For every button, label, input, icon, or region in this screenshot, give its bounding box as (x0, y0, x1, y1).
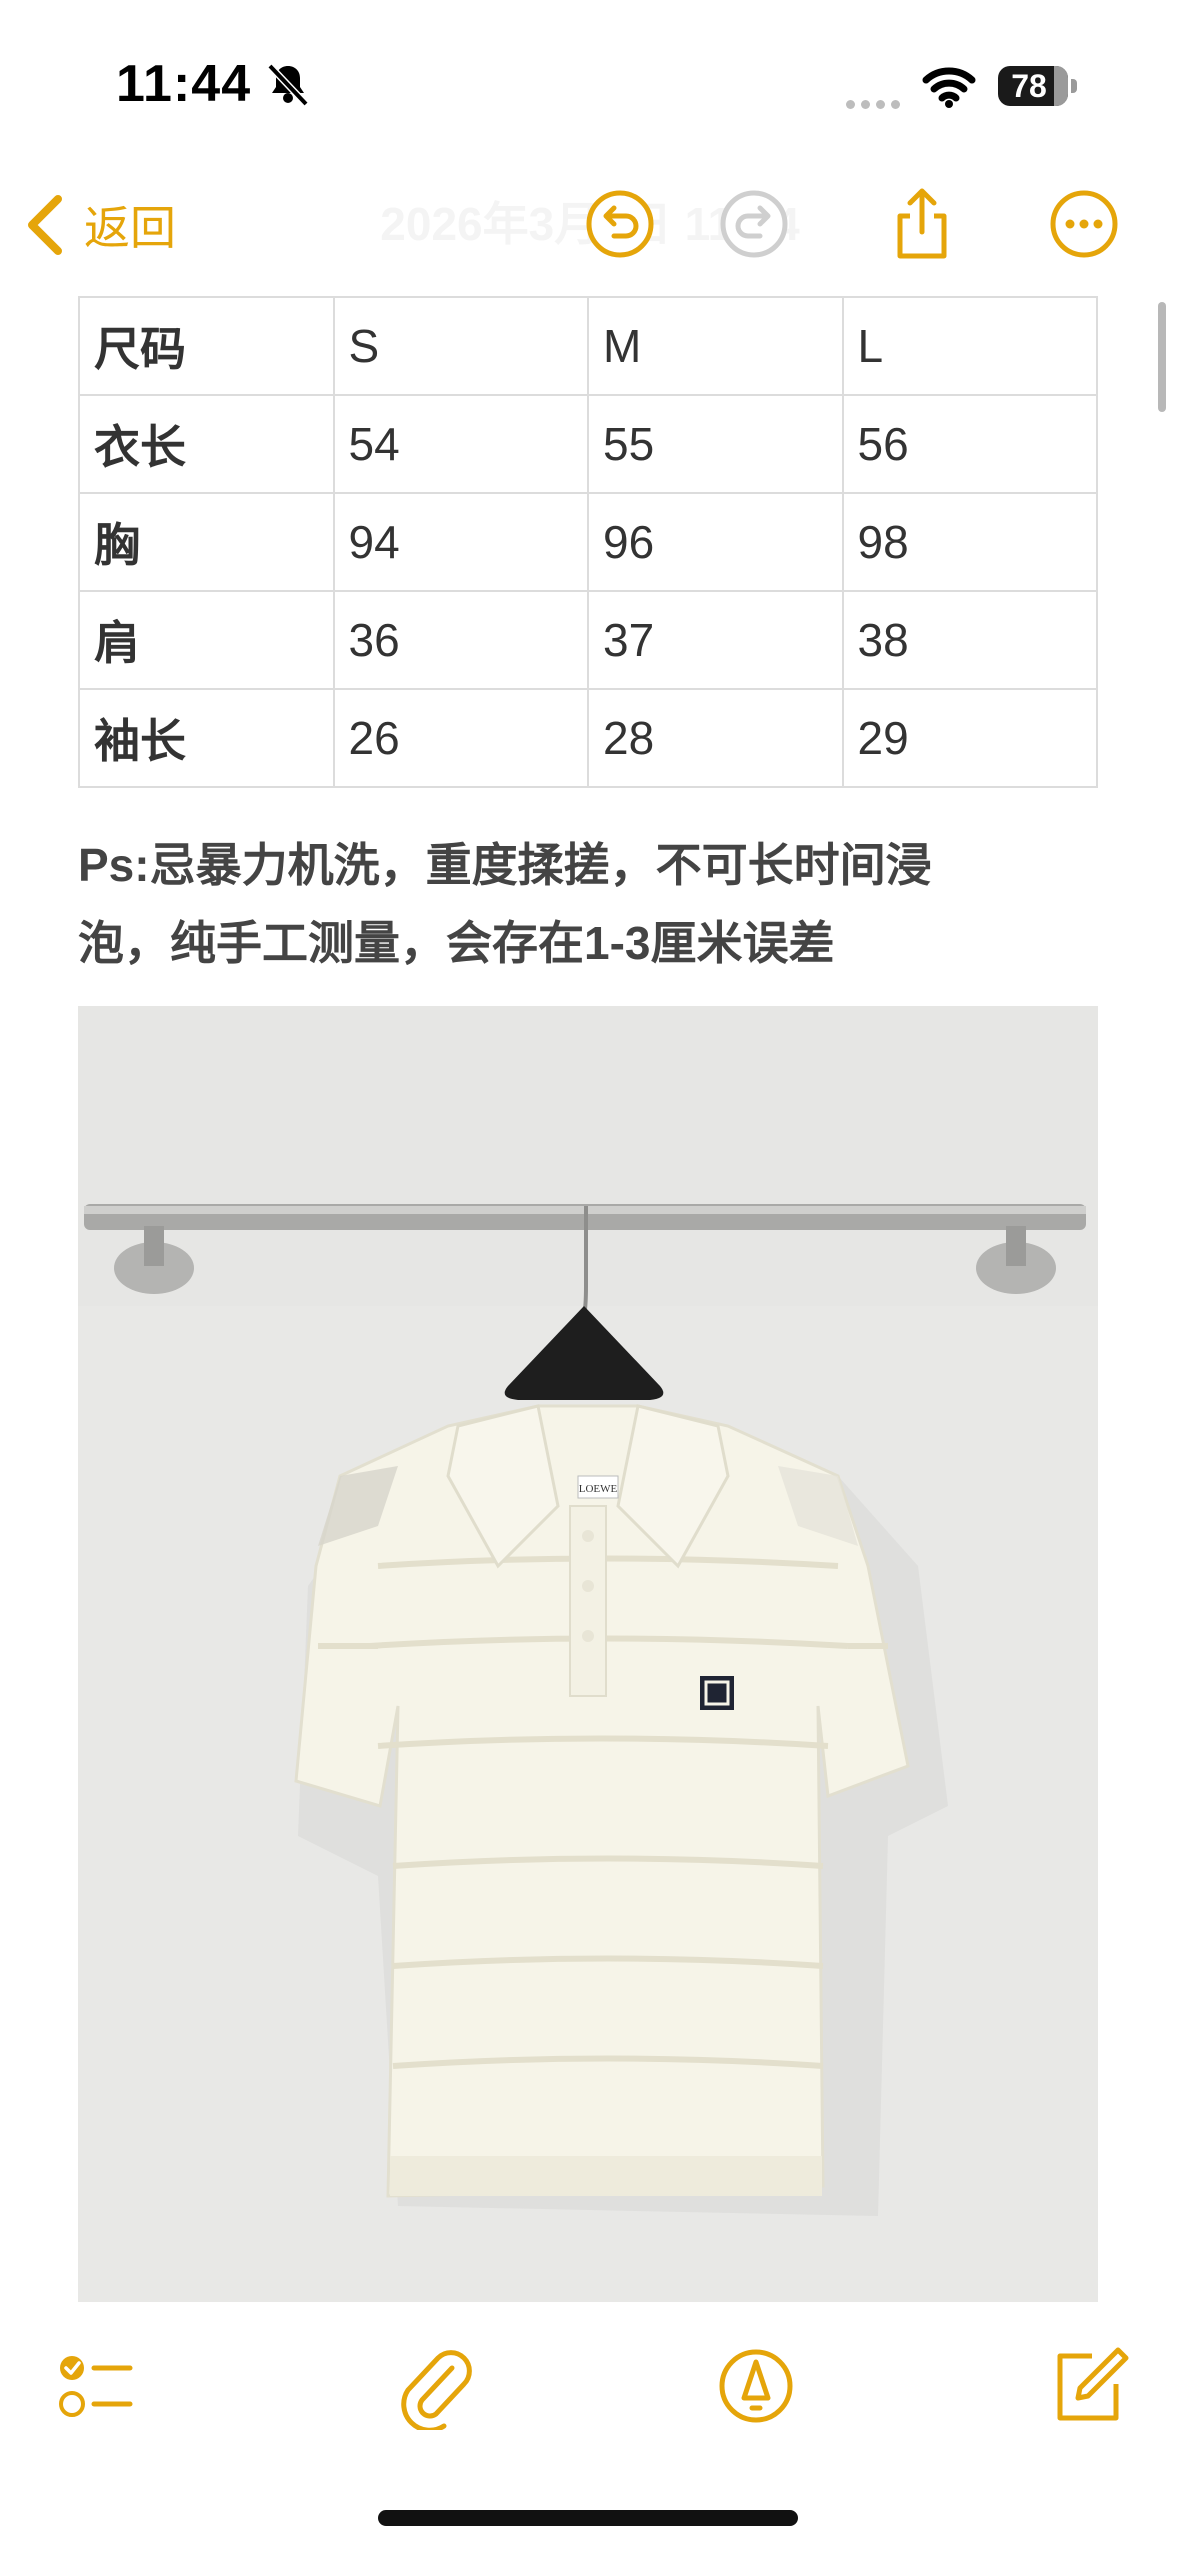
care-note-line-2: 泡，纯手工测量，会存在1-3厘米误差 (78, 917, 835, 969)
compose-icon[interactable] (1044, 2342, 1132, 2430)
checklist-icon[interactable] (52, 2342, 140, 2430)
redo-icon[interactable] (716, 186, 792, 262)
polo-shirt-image: LOEWE (78, 1006, 1098, 2302)
status-time: 11:44 (116, 55, 252, 113)
care-note-line-1: Ps:忌暴力机洗，重度揉搓，不可长时间浸 (78, 839, 932, 891)
table-cell: 36 (332, 590, 589, 690)
table-row: 袖长 26 28 29 (78, 688, 1098, 788)
more-icon[interactable] (1046, 186, 1122, 262)
undo-icon[interactable] (582, 186, 658, 262)
back-label: 返回 (84, 202, 176, 254)
label-text: LOEWE (579, 1483, 618, 1495)
table-cell: M (587, 296, 844, 396)
wifi-icon (922, 67, 976, 108)
table-cell: 98 (841, 492, 1098, 592)
table-cell: 28 (587, 688, 844, 788)
battery-indicator: 78 (998, 66, 1078, 106)
row-header-cell: 肩 (78, 590, 335, 690)
table-cell: 38 (841, 590, 1098, 690)
table-cell: 54 (332, 394, 589, 494)
markup-pen-icon[interactable] (712, 2342, 800, 2430)
table-row: 尺码 S M L (78, 296, 1098, 396)
row-header-cell: 尺码 (78, 296, 335, 396)
table-cell: 55 (587, 394, 844, 494)
paperclip-icon[interactable] (390, 2342, 478, 2430)
table-cell: 56 (841, 394, 1098, 494)
product-photo[interactable]: LOEWE (78, 1006, 1098, 2302)
cellular-signal-icon (846, 96, 906, 114)
table-cell: 37 (587, 590, 844, 690)
table-cell: 94 (332, 492, 589, 592)
bell-slash-icon (267, 63, 309, 107)
nav-bar: 返回 2026年3月8日 11:44 (0, 170, 1179, 290)
battery-level: 78 (1011, 68, 1047, 104)
row-header-cell: 袖长 (78, 688, 335, 788)
share-icon[interactable] (884, 186, 960, 262)
table-cell: 96 (587, 492, 844, 592)
status-bar: 11:44 78 (0, 0, 1179, 170)
table-row: 衣长 54 55 56 (78, 394, 1098, 494)
chevron-left-icon (28, 195, 62, 255)
back-button[interactable]: 返回 (24, 192, 176, 258)
table-row: 肩 36 37 38 (78, 590, 1098, 690)
row-header-cell: 胸 (78, 492, 335, 592)
table-row: 胸 94 96 98 (78, 492, 1098, 592)
scrollbar[interactable] (1158, 302, 1166, 412)
table-cell: 26 (332, 688, 589, 788)
table-cell: L (841, 296, 1098, 396)
care-note: Ps:忌暴力机洗，重度揉搓，不可长时间浸 泡，纯手工测量，会存在1-3厘米误差 (78, 826, 1098, 982)
size-table: 尺码 S M L 衣长 54 55 56 胸 94 96 98 肩 36 37 38 袖长 26 28 29 (78, 296, 1098, 788)
row-header-cell: 衣长 (78, 394, 335, 494)
table-cell: S (332, 296, 589, 396)
home-indicator (378, 2510, 798, 2526)
table-cell: 29 (841, 688, 1098, 788)
